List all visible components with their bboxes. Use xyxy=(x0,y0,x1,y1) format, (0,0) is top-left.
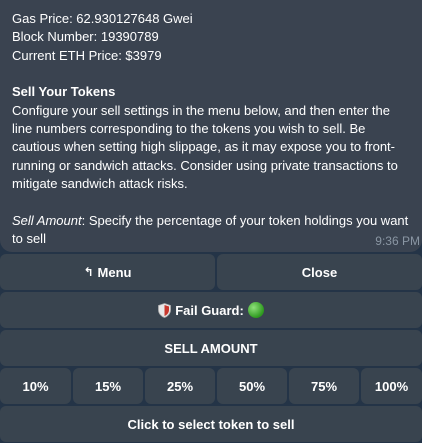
select-token-button[interactable]: Click to select token to sell xyxy=(0,406,422,442)
status-enabled-icon xyxy=(247,302,264,318)
sell-amount-header-button[interactable]: SELL AMOUNT xyxy=(0,330,422,366)
percent-50-label: 50% xyxy=(238,378,266,394)
menu-button[interactable]: ↰ Menu xyxy=(0,254,215,290)
shield-icon xyxy=(158,302,172,318)
close-button-label: Close xyxy=(301,264,338,280)
percent-10-label: 10% xyxy=(22,378,49,394)
percent-25-label: 25% xyxy=(166,378,194,394)
percent-10-button[interactable]: 10% xyxy=(0,368,71,404)
message-timestamp: 9:36 PM xyxy=(375,234,420,248)
sell-amount-header-label: SELL AMOUNT xyxy=(164,340,258,356)
telegram-chat: Gas Price: 62.930127648 Gwei Block Numbe… xyxy=(0,0,422,443)
sell-amount-paragraph: Sell Amount: Specify the percentage of y… xyxy=(12,212,410,249)
percent-100-button[interactable]: 100% xyxy=(361,368,422,404)
select-token-label: Click to select token to sell xyxy=(127,416,295,432)
fail-guard-label: Fail Guard: xyxy=(175,302,244,318)
percent-75-label: 75% xyxy=(310,378,338,394)
percent-15-label: 15% xyxy=(94,378,122,394)
sell-heading: Sell Your Tokens xyxy=(12,84,116,100)
percent-50-button[interactable]: 50% xyxy=(217,368,287,404)
bot-message-bubble: Gas Price: 62.930127648 Gwei Block Numbe… xyxy=(0,0,422,252)
percent-15-button[interactable]: 15% xyxy=(73,368,143,404)
close-button[interactable]: Close xyxy=(217,254,422,290)
fail-guard-button[interactable]: Fail Guard: xyxy=(0,292,422,328)
eth-price-text: Current ETH Price: $3979 xyxy=(12,47,162,63)
sell-amount-label: Sell Amount xyxy=(12,212,82,228)
percent-75-button[interactable]: 75% xyxy=(289,368,359,404)
percent-25-button[interactable]: 25% xyxy=(145,368,215,404)
block-number-text: Block Number: 19390789 xyxy=(12,29,159,45)
menu-button-label: Menu xyxy=(97,264,132,280)
return-arrow-icon: ↰ xyxy=(83,265,94,279)
gas-price-text: Gas Price: 62.930127648 Gwei xyxy=(12,11,193,26)
percent-100-label: 100% xyxy=(374,378,409,394)
sell-description: Configure your sell settings in the menu… xyxy=(12,102,398,192)
